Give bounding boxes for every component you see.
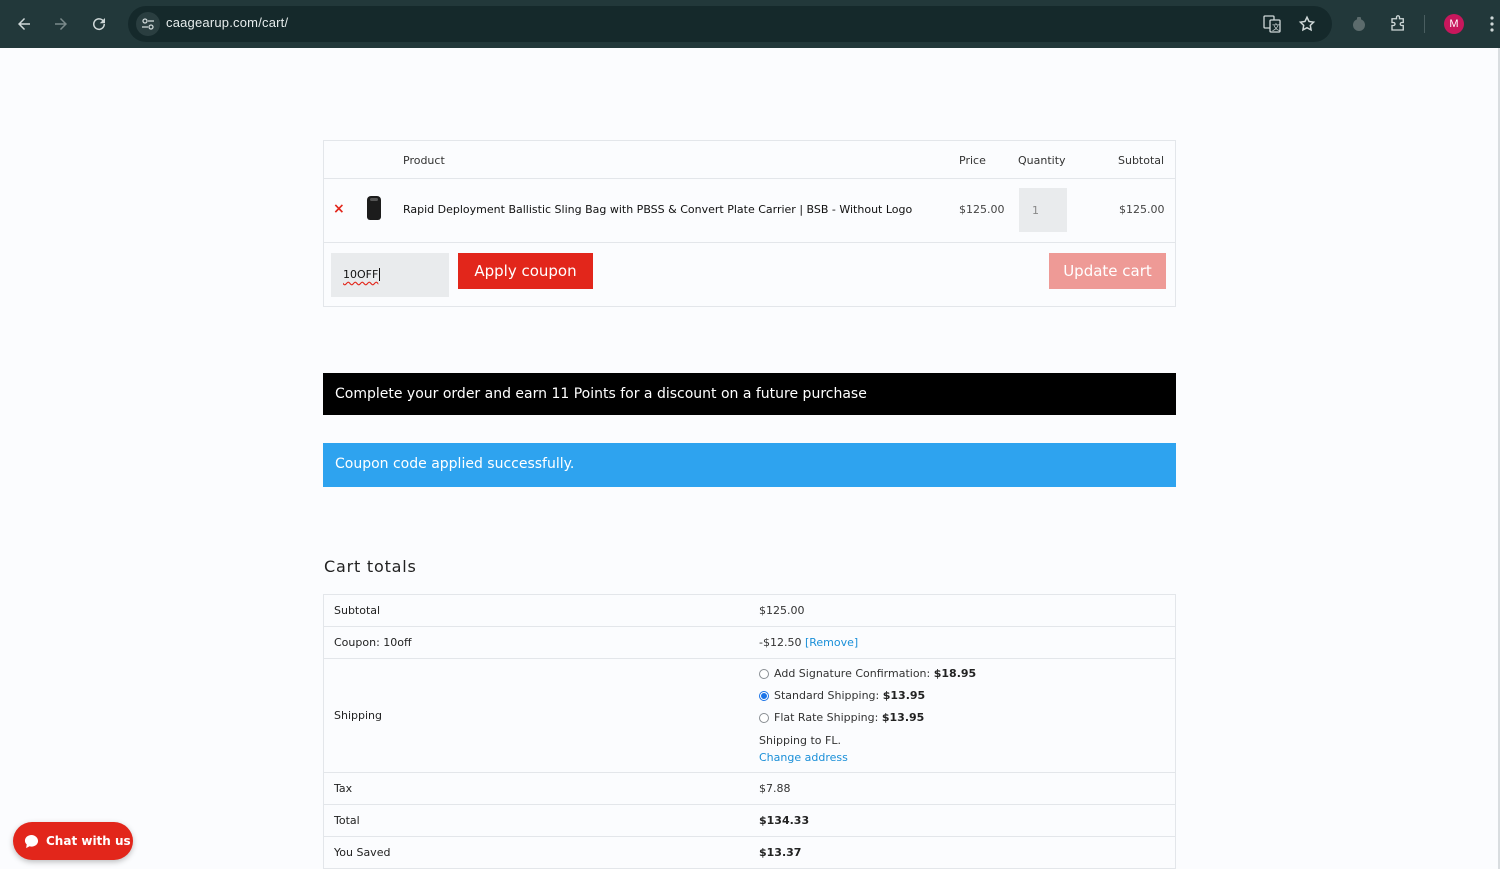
divider — [324, 242, 1175, 243]
tax-value: $7.88 — [759, 782, 791, 795]
bookmark-star-icon[interactable] — [1297, 14, 1317, 34]
profile-avatar[interactable]: M — [1444, 14, 1464, 34]
quantity-input[interactable]: 1 — [1019, 188, 1067, 232]
item-subtotal: $125.00 — [1119, 203, 1165, 216]
header-price: Price — [959, 154, 986, 167]
shipping-radio-standard[interactable] — [759, 691, 769, 701]
cart-table: Product Price Quantity Subtotal × Rapid … — [323, 140, 1176, 307]
saved-value: $13.37 — [759, 846, 802, 859]
divider — [324, 626, 1175, 627]
update-cart-button[interactable]: Update cart — [1049, 253, 1166, 289]
divider — [324, 836, 1175, 837]
url-text[interactable]: caagearup.com/cart/ — [166, 15, 288, 30]
header-product: Product — [403, 154, 445, 167]
shipping-option-signature[interactable]: Add Signature Confirmation: $18.95 — [774, 667, 976, 680]
header-subtotal: Subtotal — [1118, 154, 1165, 167]
success-notice: Coupon code applied successfully. — [323, 443, 1176, 487]
quantity-value: 1 — [1032, 204, 1039, 217]
svg-text:文: 文 — [1272, 22, 1280, 32]
option-price: $13.95 — [882, 689, 926, 702]
back-icon[interactable] — [12, 12, 36, 36]
divider — [324, 178, 1175, 179]
shipping-option-flat[interactable]: Flat Rate Shipping: $13.95 — [774, 711, 924, 724]
toolbar-divider — [1424, 15, 1425, 33]
reload-icon[interactable] — [87, 12, 111, 36]
site-info-icon[interactable] — [136, 12, 160, 36]
item-price: $125.00 — [959, 203, 1005, 216]
extension-icon[interactable] — [1347, 12, 1371, 36]
menu-dots-icon[interactable] — [1480, 12, 1500, 36]
coupon-code-value: 10OFF — [343, 268, 379, 281]
address-bar[interactable]: caagearup.com/cart/ 文 — [128, 6, 1332, 42]
product-name-link[interactable]: Rapid Deployment Ballistic Sling Bag wit… — [403, 203, 912, 216]
subtotal-label: Subtotal — [334, 604, 381, 617]
shipping-radio-flat[interactable] — [759, 713, 769, 723]
puzzle-icon[interactable] — [1386, 12, 1410, 36]
shipping-label: Shipping — [334, 709, 382, 722]
cart-totals-table: Subtotal $125.00 Coupon: 10off -$12.50 [… — [323, 594, 1176, 869]
divider — [324, 804, 1175, 805]
chat-bubble-icon — [24, 834, 39, 848]
subtotal-value: $125.00 — [759, 604, 805, 617]
chat-with-us-button[interactable]: Chat with us — [13, 822, 133, 860]
change-address-link[interactable]: Change address — [759, 751, 848, 764]
option-label: Standard Shipping: — [774, 689, 880, 702]
option-price: $13.95 — [881, 711, 925, 724]
tax-label: Tax — [334, 782, 353, 795]
coupon-amount: -$12.50 — [759, 636, 802, 649]
total-label: Total — [334, 814, 360, 827]
remove-coupon-link[interactable]: [Remove] — [805, 636, 858, 649]
header-quantity: Quantity — [1018, 154, 1066, 167]
forward-icon[interactable] — [49, 12, 73, 36]
option-price: $18.95 — [933, 667, 977, 680]
coupon-discount: -$12.50 [Remove] — [759, 636, 858, 649]
coupon-code-input[interactable]: 10OFF — [331, 253, 449, 297]
coupon-label: Coupon: 10off — [334, 636, 412, 649]
points-notice: Complete your order and earn 11 Points f… — [323, 373, 1176, 415]
shipping-radio-signature[interactable] — [759, 669, 769, 679]
cart-totals-heading: Cart totals — [324, 557, 417, 576]
total-value: $134.33 — [759, 814, 810, 827]
shipping-destination: Shipping to FL. — [759, 734, 841, 747]
chat-label: Chat with us — [46, 834, 131, 848]
apply-coupon-button[interactable]: Apply coupon — [458, 253, 593, 289]
saved-label: You Saved — [334, 846, 391, 859]
option-label: Flat Rate Shipping: — [774, 711, 879, 724]
product-thumbnail[interactable] — [367, 196, 381, 220]
browser-toolbar: caagearup.com/cart/ 文 M — [0, 0, 1500, 48]
divider — [324, 658, 1175, 659]
translate-icon[interactable]: 文 — [1262, 14, 1282, 34]
shipping-option-standard[interactable]: Standard Shipping: $13.95 — [774, 689, 925, 702]
remove-item-icon[interactable]: × — [333, 201, 345, 217]
divider — [324, 772, 1175, 773]
option-label: Add Signature Confirmation: — [774, 667, 931, 680]
